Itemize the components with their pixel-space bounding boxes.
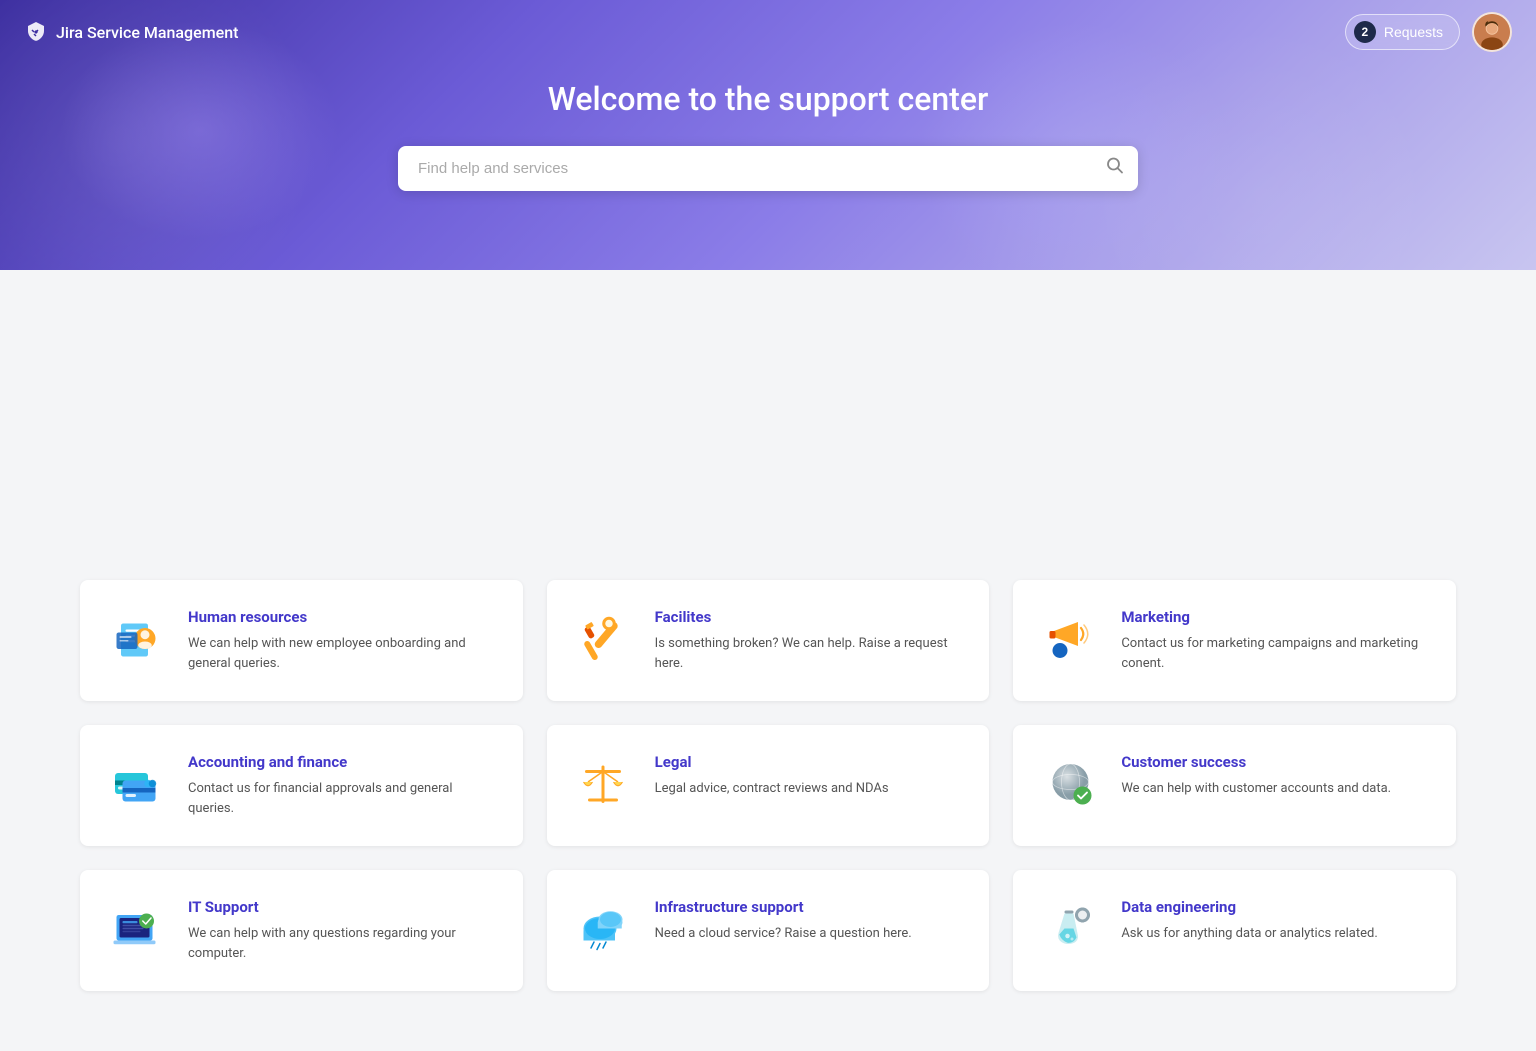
card-text-human-resources: Human resources We can help with new emp… <box>188 608 499 673</box>
requests-button[interactable]: 2 Requests <box>1345 14 1460 50</box>
requests-badge: 2 <box>1354 21 1376 43</box>
card-icon-marketing <box>1037 608 1101 672</box>
card-desc-marketing: Contact us for marketing campaigns and m… <box>1121 634 1432 673</box>
card-title-customer-success: Customer success <box>1121 753 1432 771</box>
card-title-infrastructure-support: Infrastructure support <box>655 898 966 916</box>
app-name: Jira Service Management <box>56 23 238 42</box>
card-icon-hr <box>104 608 168 672</box>
card-icon-infra <box>571 898 635 962</box>
card-title-data-engineering: Data engineering <box>1121 898 1432 916</box>
card-title-accounting-finance: Accounting and finance <box>188 753 499 771</box>
card-icon-facilities <box>571 608 635 672</box>
card-text-facilities: Facilites Is something broken? We can he… <box>655 608 966 673</box>
card-text-it-support: IT Support We can help with any question… <box>188 898 499 963</box>
user-avatar[interactable] <box>1472 12 1512 52</box>
card-text-customer-success: Customer success We can help with custom… <box>1121 753 1432 799</box>
search-input[interactable] <box>398 146 1138 191</box>
card-title-facilities: Facilites <box>655 608 966 626</box>
card-desc-infrastructure-support: Need a cloud service? Raise a question h… <box>655 924 966 944</box>
hero-title: Welcome to the support center <box>548 80 989 118</box>
card-icon-finance <box>104 753 168 817</box>
card-desc-data-engineering: Ask us for anything data or analytics re… <box>1121 924 1432 944</box>
card-desc-accounting-finance: Contact us for financial approvals and g… <box>188 779 499 818</box>
card-desc-legal: Legal advice, contract reviews and NDAs <box>655 779 966 799</box>
card-it-support[interactable]: IT Support We can help with any question… <box>80 870 523 991</box>
card-text-data-engineering: Data engineering Ask us for anything dat… <box>1121 898 1432 944</box>
card-legal[interactable]: Legal Legal advice, contract reviews and… <box>547 725 990 846</box>
card-data-engineering[interactable]: Data engineering Ask us for anything dat… <box>1013 870 1456 991</box>
card-human-resources[interactable]: Human resources We can help with new emp… <box>80 580 523 701</box>
main-content: Human resources We can help with new emp… <box>0 540 1536 1051</box>
services-grid: Human resources We can help with new emp… <box>80 580 1456 991</box>
search-button[interactable] <box>1106 157 1124 180</box>
card-text-accounting-finance: Accounting and finance Contact us for fi… <box>188 753 499 818</box>
card-text-legal: Legal Legal advice, contract reviews and… <box>655 753 966 799</box>
header-right: 2 Requests <box>1345 12 1512 52</box>
card-text-infrastructure-support: Infrastructure support Need a cloud serv… <box>655 898 966 944</box>
search-icon <box>1106 157 1124 175</box>
header: Jira Service Management 2 Requests <box>0 0 1536 64</box>
card-title-legal: Legal <box>655 753 966 771</box>
card-desc-customer-success: We can help with customer accounts and d… <box>1121 779 1432 799</box>
card-title-human-resources: Human resources <box>188 608 499 626</box>
card-facilities[interactable]: Facilites Is something broken? We can he… <box>547 580 990 701</box>
card-icon-legal <box>571 753 635 817</box>
card-title-marketing: Marketing <box>1121 608 1432 626</box>
jira-logo-icon <box>24 20 48 44</box>
card-accounting-finance[interactable]: Accounting and finance Contact us for fi… <box>80 725 523 846</box>
card-customer-success[interactable]: Customer success We can help with custom… <box>1013 725 1456 846</box>
card-icon-data <box>1037 898 1101 962</box>
card-infrastructure-support[interactable]: Infrastructure support Need a cloud serv… <box>547 870 990 991</box>
card-marketing[interactable]: Marketing Contact us for marketing campa… <box>1013 580 1456 701</box>
card-desc-it-support: We can help with any questions regarding… <box>188 924 499 963</box>
avatar-image <box>1474 12 1510 52</box>
card-desc-facilities: Is something broken? We can help. Raise … <box>655 634 966 673</box>
logo-area: Jira Service Management <box>24 20 238 44</box>
card-icon-it <box>104 898 168 962</box>
card-icon-customer <box>1037 753 1101 817</box>
requests-label: Requests <box>1384 24 1443 40</box>
card-text-marketing: Marketing Contact us for marketing campa… <box>1121 608 1432 673</box>
card-title-it-support: IT Support <box>188 898 499 916</box>
card-desc-human-resources: We can help with new employee onboarding… <box>188 634 499 673</box>
search-bar <box>398 146 1138 191</box>
